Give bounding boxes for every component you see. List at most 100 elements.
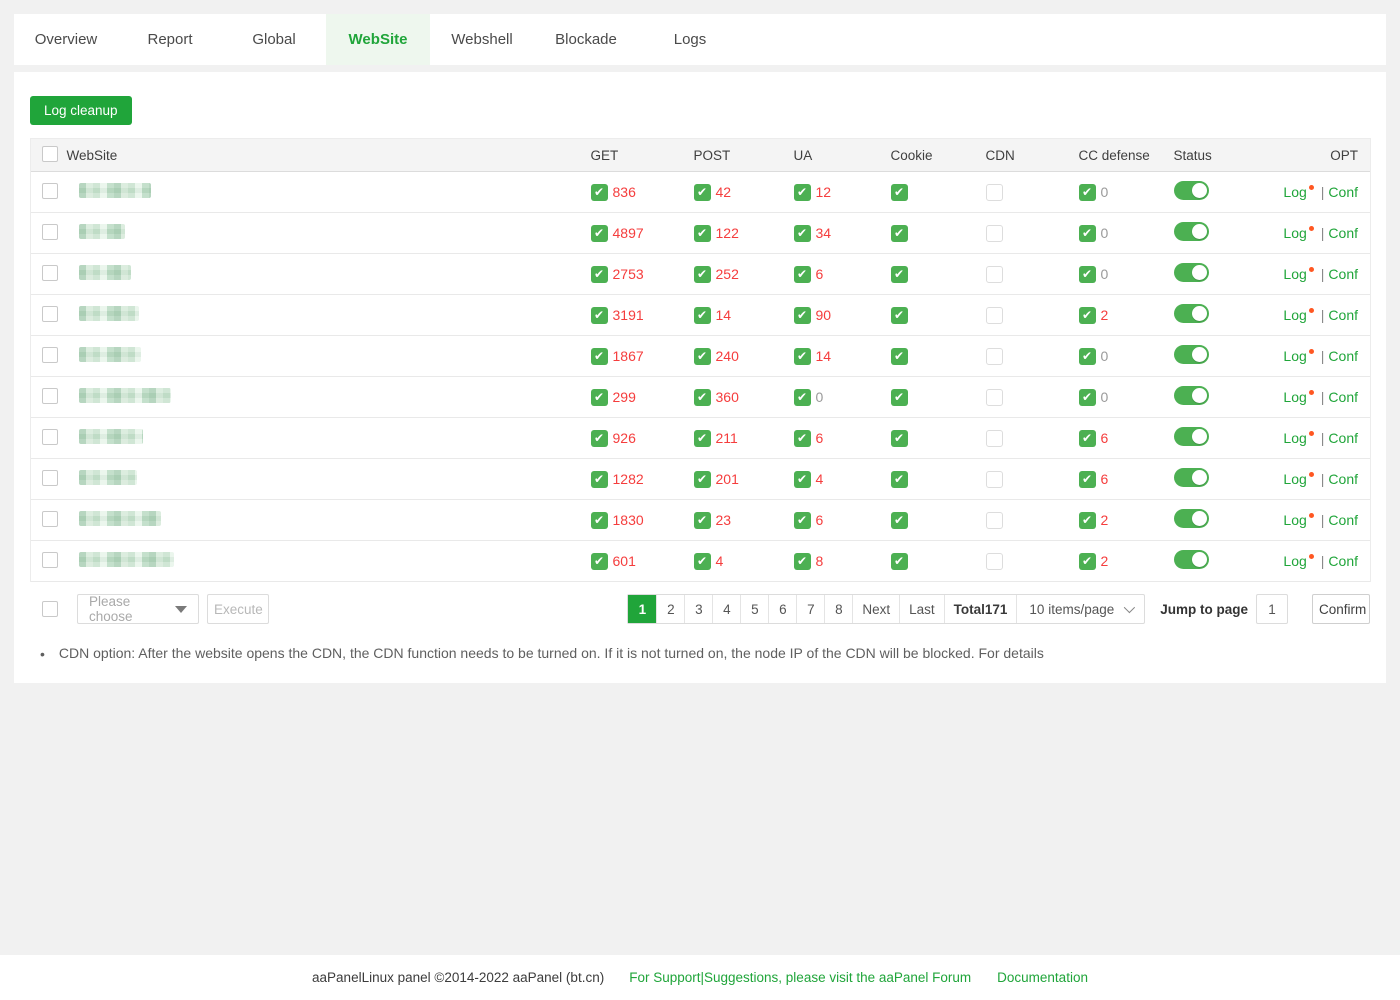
site-name-redacted[interactable] <box>79 224 125 239</box>
page-button-2[interactable]: 2 <box>656 595 684 623</box>
log-link[interactable]: Log <box>1283 225 1306 241</box>
checked-icon[interactable]: ✔ <box>591 184 608 201</box>
status-toggle[interactable] <box>1174 345 1209 364</box>
tab-logs[interactable]: Logs <box>638 14 742 65</box>
unchecked-icon[interactable] <box>986 348 1003 365</box>
footer-support-link[interactable]: For Support|Suggestions, please visit th… <box>629 970 971 985</box>
checked-icon[interactable]: ✔ <box>891 184 908 201</box>
unchecked-icon[interactable] <box>986 307 1003 324</box>
row-checkbox[interactable] <box>42 388 58 404</box>
unchecked-icon[interactable] <box>986 430 1003 447</box>
checked-icon[interactable]: ✔ <box>694 307 711 324</box>
checked-icon[interactable]: ✔ <box>891 553 908 570</box>
log-link[interactable]: Log <box>1283 307 1306 323</box>
row-checkbox[interactable] <box>42 224 58 240</box>
footer-docs-link[interactable]: Documentation <box>997 970 1088 985</box>
tab-webshell[interactable]: Webshell <box>430 14 534 65</box>
checked-icon[interactable]: ✔ <box>694 389 711 406</box>
status-toggle[interactable] <box>1174 550 1209 569</box>
checked-icon[interactable]: ✔ <box>591 348 608 365</box>
row-checkbox[interactable] <box>42 265 58 281</box>
conf-link[interactable]: Conf <box>1328 389 1358 405</box>
site-name-redacted[interactable] <box>79 347 141 362</box>
last-page-button[interactable]: Last <box>899 595 944 623</box>
site-name-redacted[interactable] <box>79 265 131 280</box>
checked-icon[interactable]: ✔ <box>694 430 711 447</box>
checked-icon[interactable]: ✔ <box>591 225 608 242</box>
checked-icon[interactable]: ✔ <box>1079 225 1096 242</box>
checked-icon[interactable]: ✔ <box>891 389 908 406</box>
page-button-5[interactable]: 5 <box>740 595 768 623</box>
checked-icon[interactable]: ✔ <box>1079 553 1096 570</box>
checked-icon[interactable]: ✔ <box>694 553 711 570</box>
page-button-7[interactable]: 7 <box>796 595 824 623</box>
checked-icon[interactable]: ✔ <box>1079 348 1096 365</box>
conf-link[interactable]: Conf <box>1328 266 1358 282</box>
conf-link[interactable]: Conf <box>1328 307 1358 323</box>
confirm-button[interactable]: Confirm <box>1312 594 1370 624</box>
row-checkbox[interactable] <box>42 429 58 445</box>
checked-icon[interactable]: ✔ <box>1079 430 1096 447</box>
log-link[interactable]: Log <box>1283 266 1306 282</box>
checked-icon[interactable]: ✔ <box>591 389 608 406</box>
select-all-checkbox[interactable] <box>42 146 58 162</box>
status-toggle[interactable] <box>1174 468 1209 487</box>
checked-icon[interactable]: ✔ <box>891 512 908 529</box>
site-name-redacted[interactable] <box>79 306 139 321</box>
checked-icon[interactable]: ✔ <box>694 266 711 283</box>
unchecked-icon[interactable] <box>986 266 1003 283</box>
conf-link[interactable]: Conf <box>1328 184 1358 200</box>
bulk-action-select[interactable]: Please choose <box>77 594 199 624</box>
checked-icon[interactable]: ✔ <box>891 430 908 447</box>
status-toggle[interactable] <box>1174 427 1209 446</box>
unchecked-icon[interactable] <box>986 553 1003 570</box>
site-name-redacted[interactable] <box>79 552 174 567</box>
checked-icon[interactable]: ✔ <box>891 348 908 365</box>
checked-icon[interactable]: ✔ <box>794 430 811 447</box>
checked-icon[interactable]: ✔ <box>694 184 711 201</box>
checked-icon[interactable]: ✔ <box>591 553 608 570</box>
tab-overview[interactable]: Overview <box>14 14 118 65</box>
checked-icon[interactable]: ✔ <box>891 225 908 242</box>
checked-icon[interactable]: ✔ <box>794 553 811 570</box>
site-name-redacted[interactable] <box>79 470 137 485</box>
checked-icon[interactable]: ✔ <box>1079 512 1096 529</box>
checked-icon[interactable]: ✔ <box>891 266 908 283</box>
checked-icon[interactable]: ✔ <box>1079 389 1096 406</box>
log-cleanup-button[interactable]: Log cleanup <box>30 96 132 125</box>
tab-website[interactable]: WebSite <box>326 14 430 65</box>
checked-icon[interactable]: ✔ <box>591 471 608 488</box>
log-link[interactable]: Log <box>1283 348 1306 364</box>
log-link[interactable]: Log <box>1283 389 1306 405</box>
site-name-redacted[interactable] <box>79 511 161 526</box>
page-size-select[interactable]: 10 items/page <box>1016 595 1144 623</box>
checked-icon[interactable]: ✔ <box>794 471 811 488</box>
unchecked-icon[interactable] <box>986 512 1003 529</box>
row-checkbox[interactable] <box>42 183 58 199</box>
checked-icon[interactable]: ✔ <box>891 471 908 488</box>
conf-link[interactable]: Conf <box>1328 471 1358 487</box>
checked-icon[interactable]: ✔ <box>591 430 608 447</box>
status-toggle[interactable] <box>1174 222 1209 241</box>
status-toggle[interactable] <box>1174 304 1209 323</box>
unchecked-icon[interactable] <box>986 389 1003 406</box>
conf-link[interactable]: Conf <box>1328 348 1358 364</box>
checked-icon[interactable]: ✔ <box>891 307 908 324</box>
checked-icon[interactable]: ✔ <box>1079 471 1096 488</box>
checked-icon[interactable]: ✔ <box>694 348 711 365</box>
status-toggle[interactable] <box>1174 181 1209 200</box>
tab-blockade[interactable]: Blockade <box>534 14 638 65</box>
log-link[interactable]: Log <box>1283 553 1306 569</box>
bulk-select-checkbox[interactable] <box>42 601 58 617</box>
conf-link[interactable]: Conf <box>1328 225 1358 241</box>
unchecked-icon[interactable] <box>986 471 1003 488</box>
row-checkbox[interactable] <box>42 511 58 527</box>
row-checkbox[interactable] <box>42 306 58 322</box>
checked-icon[interactable]: ✔ <box>694 512 711 529</box>
next-page-button[interactable]: Next <box>852 595 899 623</box>
checked-icon[interactable]: ✔ <box>794 266 811 283</box>
checked-icon[interactable]: ✔ <box>694 471 711 488</box>
checked-icon[interactable]: ✔ <box>794 512 811 529</box>
page-button-1[interactable]: 1 <box>628 595 656 623</box>
row-checkbox[interactable] <box>42 470 58 486</box>
